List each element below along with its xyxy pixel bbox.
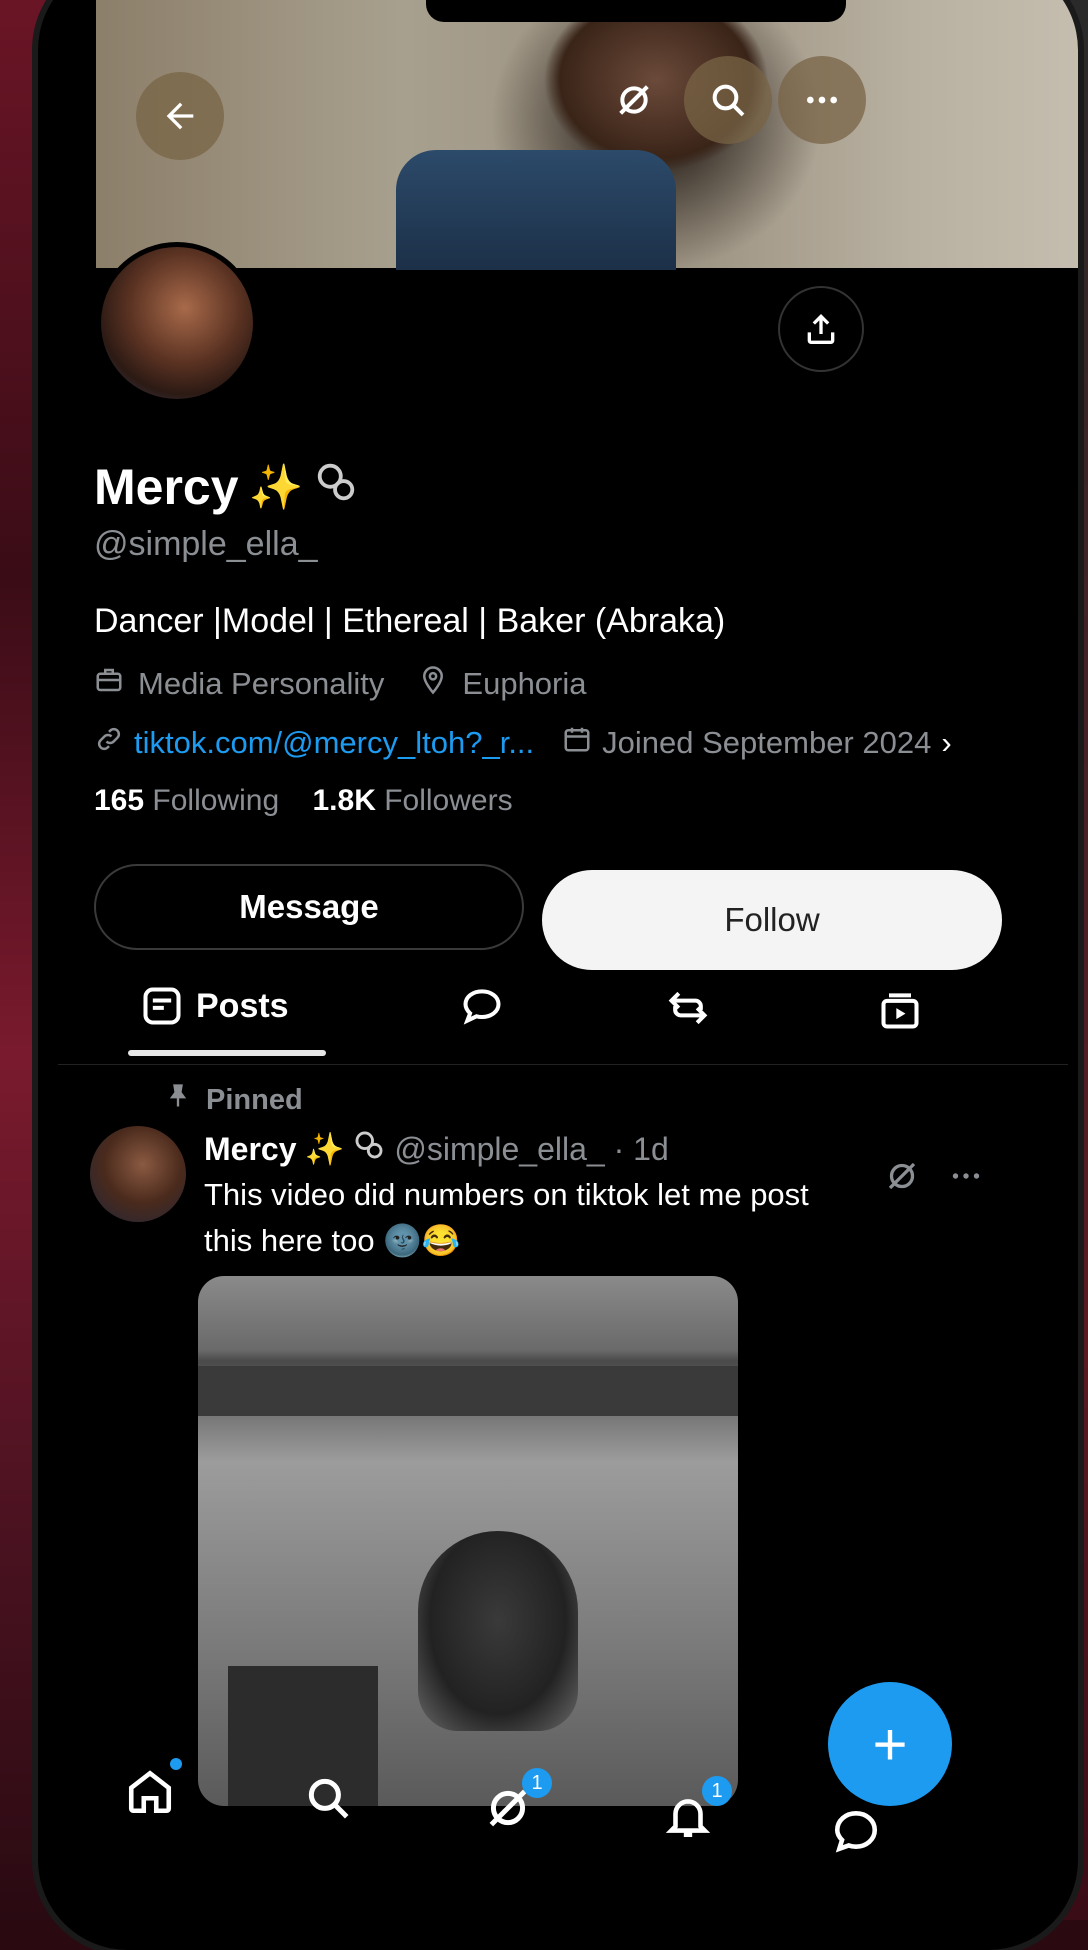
display-name: Mercy — [94, 459, 239, 515]
calendar-icon — [562, 724, 592, 762]
phone-frame: Mercy ✨ @simple_ella_ Dancer |Model | Et… — [38, 0, 1078, 1950]
search-icon — [308, 1778, 349, 1819]
nav-home[interactable] — [120, 1758, 182, 1822]
follow-button[interactable]: Follow — [542, 870, 1002, 970]
pinned-text: Pinned — [206, 1083, 303, 1116]
message-button[interactable]: Message — [94, 864, 524, 950]
more-horizontal-icon[interactable] — [948, 1158, 984, 1194]
profile-meta: Media Personality Euphoria — [94, 665, 587, 702]
compose-post-button[interactable]: + — [828, 1682, 952, 1806]
post-author-name[interactable]: Mercy — [204, 1131, 297, 1168]
search-icon — [712, 84, 745, 117]
media-video-icon — [881, 993, 919, 1029]
tab-replies[interactable] — [460, 984, 504, 1028]
verified-circles-icon — [352, 1128, 386, 1170]
back-button[interactable] — [136, 72, 224, 160]
share-button[interactable] — [778, 286, 864, 372]
search-button[interactable] — [684, 56, 772, 144]
arrow-left-icon — [166, 102, 194, 130]
nav-grok[interactable]: 1 — [478, 1768, 552, 1838]
following-stat[interactable]: 165 Following — [94, 784, 279, 817]
grok-badge: 1 — [522, 1768, 552, 1798]
active-tab-indicator — [128, 1050, 326, 1056]
followers-stat[interactable]: 1.8K Followers — [312, 784, 512, 817]
post-author-avatar[interactable] — [90, 1126, 186, 1222]
video-frame-person — [418, 1531, 578, 1731]
tab-posts-label: Posts — [196, 986, 289, 1025]
post-handle-time: @simple_ella_ · 1d — [394, 1130, 669, 1167]
profile-category: Media Personality — [138, 665, 385, 701]
home-unread-dot — [170, 1758, 182, 1770]
banner-photo-detail — [396, 150, 676, 270]
profile-bio: Dancer |Model | Ethereal | Baker (Abraka… — [94, 602, 726, 640]
nav-search[interactable] — [298, 1768, 358, 1828]
link-icon — [94, 724, 124, 762]
chevron-right-icon[interactable]: › — [941, 725, 951, 761]
profile-avatar[interactable] — [96, 242, 258, 404]
profile-stats: 165 Following 1.8K Followers — [94, 784, 513, 818]
more-button[interactable] — [778, 56, 866, 144]
sparkles-emoji: ✨ — [248, 463, 304, 512]
post-actions — [884, 1158, 984, 1194]
reply-bubble-icon — [463, 989, 501, 1025]
post-video-thumbnail[interactable] — [198, 1276, 738, 1806]
posts-icon — [143, 987, 181, 1025]
sparkles-emoji: ✨ — [304, 1131, 345, 1167]
tab-reposts[interactable] — [666, 986, 710, 1030]
pin-icon — [164, 1082, 192, 1118]
tab-posts[interactable]: Posts — [140, 984, 289, 1028]
grok-icon — [619, 85, 649, 115]
post-header: Mercy ✨ @simple_ella_ · 1d — [204, 1128, 669, 1170]
profile-website-link[interactable]: tiktok.com/@mercy_ltoh?_r... — [134, 725, 534, 761]
grok-icon[interactable] — [884, 1158, 920, 1194]
profile-name: Mercy ✨ — [94, 458, 359, 516]
tabs-divider — [58, 1064, 1068, 1065]
repost-icon — [668, 991, 708, 1025]
profile-links: tiktok.com/@mercy_ltoh?_r... Joined Sept… — [94, 724, 952, 762]
tab-media[interactable] — [878, 988, 922, 1032]
grok-button[interactable] — [590, 56, 678, 144]
message-bubble-icon — [834, 1811, 878, 1853]
profile-location: Euphoria — [462, 665, 587, 701]
video-frame-detail — [198, 1366, 738, 1416]
more-horizontal-icon — [807, 96, 837, 104]
verified-circles-icon — [313, 459, 359, 515]
post-text: This video did numbers on tiktok let me … — [204, 1177, 809, 1258]
share-upload-icon — [807, 314, 835, 344]
briefcase-icon — [94, 665, 124, 702]
profile-handle: @simple_ella_ — [94, 525, 318, 563]
notifications-badge: 1 — [702, 1776, 732, 1806]
pinned-label: Pinned — [164, 1082, 303, 1118]
nav-notifications[interactable]: 1 — [658, 1776, 732, 1846]
location-pin-icon — [418, 665, 448, 702]
nav-messages[interactable] — [826, 1800, 886, 1860]
home-icon — [128, 1770, 172, 1814]
header-banner — [96, 0, 1078, 270]
profile-joined: Joined September 2024 — [602, 725, 932, 760]
dynamic-island — [426, 0, 846, 22]
